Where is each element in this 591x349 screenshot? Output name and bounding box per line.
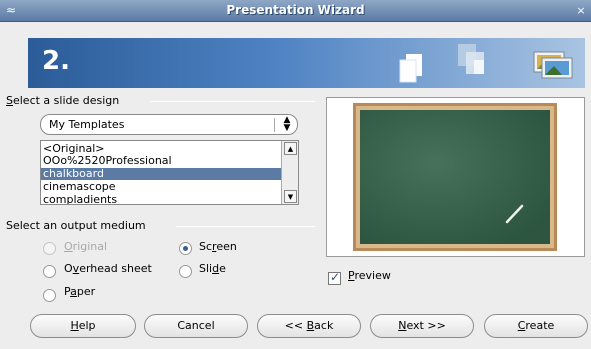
scroll-up-icon[interactable]: ▲ — [284, 142, 297, 155]
slide-design-label: Select a slide design — [6, 94, 120, 107]
preview-checkbox-label: Preview — [348, 269, 391, 282]
radio-slide[interactable] — [179, 265, 192, 278]
updown-icon[interactable]: ▲ ▼ — [279, 116, 295, 133]
step-number: 2. — [42, 46, 70, 76]
template-list[interactable]: <Original> OOo%2520Professional chalkboa… — [40, 140, 299, 205]
radio-dot — [183, 246, 188, 251]
radio-overhead-sheet[interactable] — [43, 265, 56, 278]
check-icon: ✓ — [330, 270, 341, 284]
template-category-select[interactable]: My Templates ▲ ▼ — [40, 114, 298, 135]
help-button[interactable]: Help — [30, 314, 136, 338]
radio-screen-label: Screen — [199, 240, 237, 253]
chalkboard-preview — [353, 103, 557, 251]
radio-paper-label: Paper — [64, 285, 96, 298]
radio-paper[interactable] — [43, 289, 56, 302]
list-item[interactable]: cinemascope — [41, 181, 281, 193]
scroll-down-icon[interactable]: ▼ — [284, 190, 297, 203]
slide-design-divider — [150, 101, 315, 102]
close-icon[interactable]: × — [574, 3, 588, 18]
preview-checkbox[interactable]: ✓ — [328, 270, 341, 285]
slide-preview — [326, 97, 585, 257]
wizard-banner: 2. — [28, 38, 585, 88]
radio-overhead-sheet-label: Overhead sheet — [64, 262, 152, 275]
next-button[interactable]: Next >> — [370, 314, 474, 338]
list-scrollbar[interactable]: ▲ ▼ — [281, 141, 298, 204]
output-medium-label: Select an output medium — [6, 219, 146, 232]
radio-screen[interactable] — [179, 242, 192, 255]
template-pages-icon — [458, 44, 484, 74]
blank-page-icon — [399, 54, 422, 83]
back-button[interactable]: << Back — [257, 314, 361, 338]
create-button[interactable]: Create — [484, 314, 588, 338]
picture-icon — [533, 51, 573, 79]
radio-original[interactable] — [43, 242, 56, 255]
window-title: Presentation Wizard — [226, 3, 365, 17]
radio-slide-label: Slide — [199, 262, 226, 275]
radio-original-label: Original — [64, 240, 108, 253]
combo-separator — [274, 118, 275, 132]
template-category-value: My Templates — [49, 118, 125, 131]
list-item[interactable]: OOo%2520Professional — [41, 155, 281, 167]
list-item[interactable]: compladients — [41, 194, 281, 205]
list-item-selected[interactable]: chalkboard — [41, 168, 281, 180]
cancel-button[interactable]: Cancel — [144, 314, 248, 338]
title-bar[interactable]: ≈ Presentation Wizard × — [0, 0, 591, 22]
output-medium-divider — [176, 226, 315, 227]
